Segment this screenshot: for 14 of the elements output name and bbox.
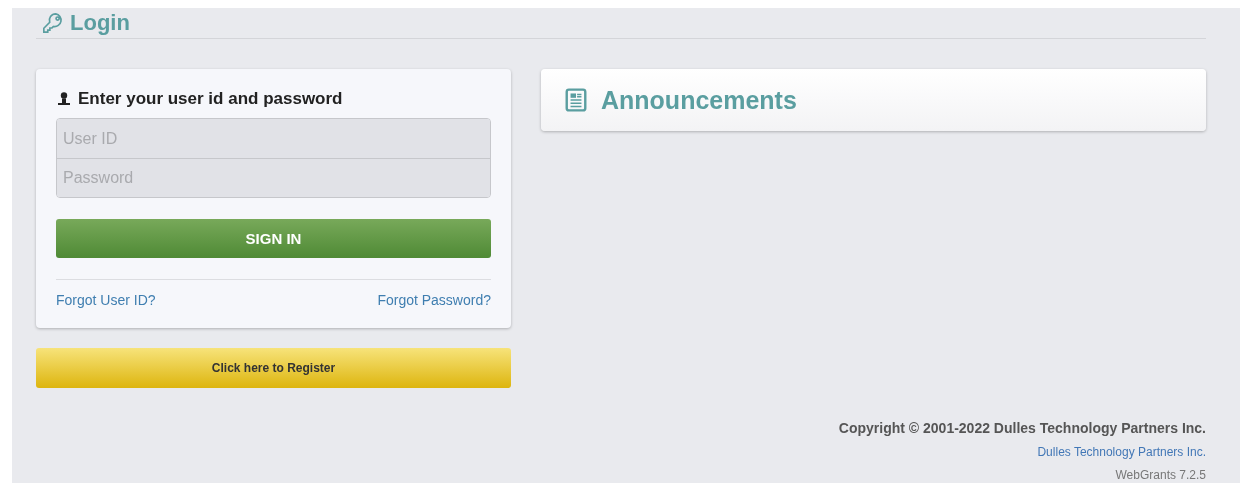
login-heading: Enter your user id and password xyxy=(78,89,343,109)
register-button[interactable]: Click here to Register xyxy=(36,348,511,388)
announcements-title: Announcements xyxy=(601,85,797,115)
key-icon xyxy=(42,12,64,34)
company-link[interactable]: Dulles Technology Partners Inc. xyxy=(1037,445,1206,459)
password-field[interactable]: Password xyxy=(57,158,490,197)
page-title: Login xyxy=(70,10,130,36)
forgot-password-link[interactable]: Forgot Password? xyxy=(377,292,491,308)
forgot-user-id-link[interactable]: Forgot User ID? xyxy=(56,292,156,308)
user-id-field[interactable]: User ID xyxy=(57,119,490,158)
copyright-text: Copyright © 2001-2022 Dulles Technology Partners Inc. xyxy=(838,420,1206,436)
document-icon xyxy=(565,88,587,112)
sign-in-button[interactable]: SIGN IN xyxy=(56,219,491,258)
version-text: WebGrants 7.2.5 xyxy=(1115,468,1206,482)
